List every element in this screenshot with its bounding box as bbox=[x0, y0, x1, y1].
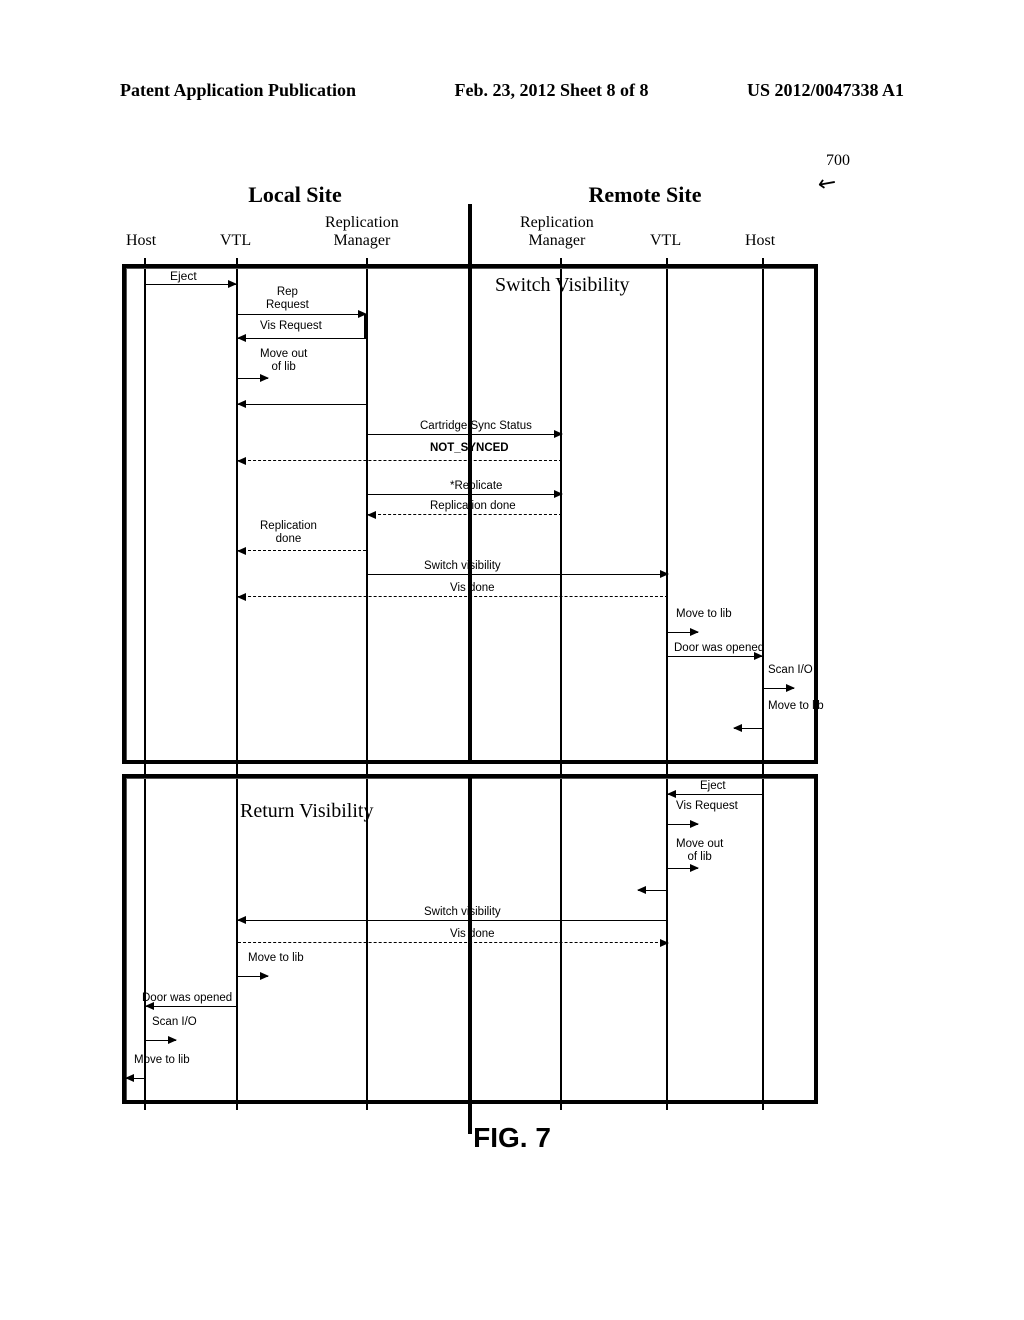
notch-vis-req-2 bbox=[666, 794, 668, 824]
lbl-vis-request-2: Vis Request bbox=[676, 800, 738, 813]
lbl-eject-1: Eject bbox=[170, 270, 197, 283]
header-right: US 2012/0047338 A1 bbox=[747, 80, 904, 101]
lbl-eject-2: Eject bbox=[700, 780, 726, 793]
lbl-vis-request-1: Vis Request bbox=[260, 320, 322, 333]
lbl-move-to-lib-l2: Move to lib bbox=[134, 1054, 190, 1067]
header-left: Patent Application Publication bbox=[120, 80, 356, 101]
lbl-rep-request: Rep Request bbox=[266, 286, 309, 311]
arr-replicate bbox=[368, 494, 562, 495]
title-return-visibility: Return Visibility bbox=[240, 800, 373, 822]
local-site-label: Local Site bbox=[120, 182, 470, 208]
notch-vis-req-down bbox=[364, 314, 366, 338]
lane-local-vtl: VTL bbox=[220, 232, 251, 250]
header-center: Feb. 23, 2012 Sheet 8 of 8 bbox=[455, 80, 649, 101]
arr-replication-done-mid bbox=[368, 514, 562, 515]
arr-cart-sync-status bbox=[368, 434, 562, 435]
lbl-scan-io-l: Scan I/O bbox=[152, 1016, 197, 1029]
title-switch-visibility: Switch Visibility bbox=[495, 274, 630, 296]
lbl-switch-visibility-1: Switch visibility bbox=[424, 560, 501, 573]
notch-moveout-2 bbox=[666, 824, 668, 868]
arr-moveout-done-2 bbox=[638, 890, 668, 891]
lane-local-host: Host bbox=[126, 232, 156, 250]
lbl-cart-sync-status: Cartridge Sync Status bbox=[420, 420, 532, 433]
arr-eject-1 bbox=[146, 284, 236, 285]
arr-rep-request bbox=[238, 314, 366, 315]
arr-moveout-done-1 bbox=[238, 404, 366, 405]
notch-moveout-down bbox=[236, 338, 238, 378]
arr-not-synced bbox=[238, 460, 562, 461]
lbl-move-to-lib-r2: Move to lib bbox=[768, 700, 824, 713]
arr-switch-visibility-2 bbox=[238, 920, 668, 921]
arr-vis-request-2 bbox=[668, 824, 698, 825]
arr-moveout-self-out bbox=[238, 378, 268, 379]
arr-door-opened-l bbox=[146, 1006, 236, 1007]
arr-vis-done-2 bbox=[238, 942, 668, 943]
lbl-move-out-2: Move out of lib bbox=[676, 838, 723, 863]
lbl-switch-visibility-2: Switch visibility bbox=[424, 906, 501, 919]
remote-site-label: Remote Site bbox=[470, 182, 820, 208]
lane-local-repmgr: Replication Manager bbox=[325, 214, 399, 249]
arr-replication-done-left bbox=[238, 550, 366, 551]
arr-move-lib-r2 bbox=[734, 728, 764, 729]
lbl-door-opened-l: Door was opened bbox=[142, 992, 232, 1005]
notch-move-lib-l2 bbox=[144, 1040, 146, 1078]
notch-scan-io-l bbox=[144, 1006, 146, 1040]
arr-vis-request bbox=[238, 338, 366, 339]
arr-scan-io-self-r bbox=[764, 688, 794, 689]
lbl-vis-done-1: Vis done bbox=[450, 582, 495, 595]
arr-switch-visibility-1 bbox=[368, 574, 668, 575]
lbl-not-synced: NOT_SYNCED bbox=[430, 442, 509, 455]
figure-caption: FIG. 7 bbox=[0, 1122, 1024, 1154]
sequence-diagram: 700 ↙ Local Site Remote Site Host VTL Re… bbox=[120, 170, 820, 1110]
panel2-center-divider bbox=[468, 774, 472, 1134]
page-header: Patent Application Publication Feb. 23, … bbox=[0, 80, 1024, 101]
lbl-scan-io-r: Scan I/O bbox=[768, 664, 813, 677]
lane-remote-vtl: VTL bbox=[650, 232, 681, 250]
lbl-vis-done-2: Vis done bbox=[450, 928, 495, 941]
arr-eject-2 bbox=[668, 794, 762, 795]
arr-moveout-self-2 bbox=[668, 868, 698, 869]
lbl-door-opened-r: Door was opened bbox=[674, 642, 764, 655]
arr-move-lib-self-r bbox=[668, 632, 698, 633]
lane-remote-host: Host bbox=[745, 232, 775, 250]
lbl-replication-done-left: Replication done bbox=[260, 520, 317, 545]
arr-door-opened-r bbox=[668, 656, 762, 657]
lbl-move-out-1: Move out of lib bbox=[260, 348, 307, 373]
lane-remote-repmgr: Replication Manager bbox=[520, 214, 594, 249]
lbl-move-to-lib-l: Move to lib bbox=[248, 952, 304, 965]
notch-scan-io-r bbox=[762, 656, 764, 688]
arr-scan-io-self-l bbox=[146, 1040, 176, 1041]
lbl-replicate: *Replicate bbox=[450, 480, 502, 493]
arr-vis-done-1 bbox=[238, 596, 668, 597]
notch-move-lib-l bbox=[236, 942, 238, 976]
lbl-move-to-lib-r: Move to lib bbox=[676, 608, 732, 621]
arr-move-lib-l2 bbox=[126, 1078, 146, 1079]
notch-move-lib-r bbox=[666, 596, 668, 632]
figure-reference-number: 700 bbox=[826, 152, 850, 170]
arr-move-lib-self-l bbox=[238, 976, 268, 977]
lbl-replication-done-mid: Replication done bbox=[430, 500, 516, 513]
notch-move-lib-r2 bbox=[762, 688, 764, 728]
